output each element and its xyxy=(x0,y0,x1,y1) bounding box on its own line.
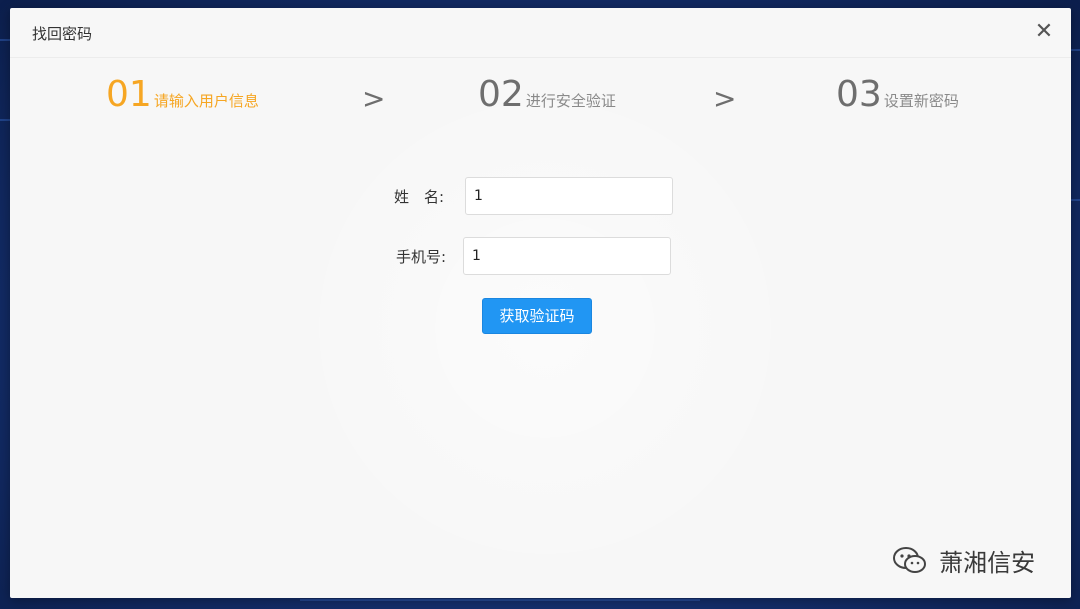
watermark: 萧湘信安 xyxy=(892,543,1035,579)
step-2: 02 进行安全验证 xyxy=(478,74,616,124)
step-separator-1: > xyxy=(362,82,386,115)
step-2-number: 02 xyxy=(478,74,524,115)
step-2-label: 进行安全验证 xyxy=(525,92,616,110)
phone-row: 手机号: xyxy=(10,237,1071,275)
dialog-header: 找回密码 ✕ xyxy=(10,8,1071,58)
step-3-number: 03 xyxy=(836,74,882,115)
get-verification-code-button[interactable]: 获取验证码 xyxy=(482,298,592,334)
phone-input[interactable] xyxy=(463,237,671,275)
step-separator-2: > xyxy=(713,82,737,115)
step-3: 03 设置新密码 xyxy=(836,74,959,124)
step-1-label: 请输入用户信息 xyxy=(153,92,259,110)
close-icon[interactable]: ✕ xyxy=(1033,21,1055,43)
name-label: 姓 名: xyxy=(394,188,445,206)
wechat-icon xyxy=(893,546,926,573)
name-row: 姓 名: xyxy=(10,177,1071,215)
name-input[interactable] xyxy=(465,177,673,215)
step-1-number: 01 xyxy=(106,74,152,115)
dialog-title: 找回密码 xyxy=(32,25,93,43)
step-3-label: 设置新密码 xyxy=(883,92,959,110)
phone-label: 手机号: xyxy=(396,248,447,266)
watermark-text: 萧湘信安 xyxy=(939,549,1036,577)
step-1: 01 请输入用户信息 xyxy=(106,74,259,124)
find-password-dialog: 找回密码 ✕ 01 请输入用户信息 > 02 进行安全验证 > 03 设置新密码 姓 … xyxy=(10,8,1071,598)
